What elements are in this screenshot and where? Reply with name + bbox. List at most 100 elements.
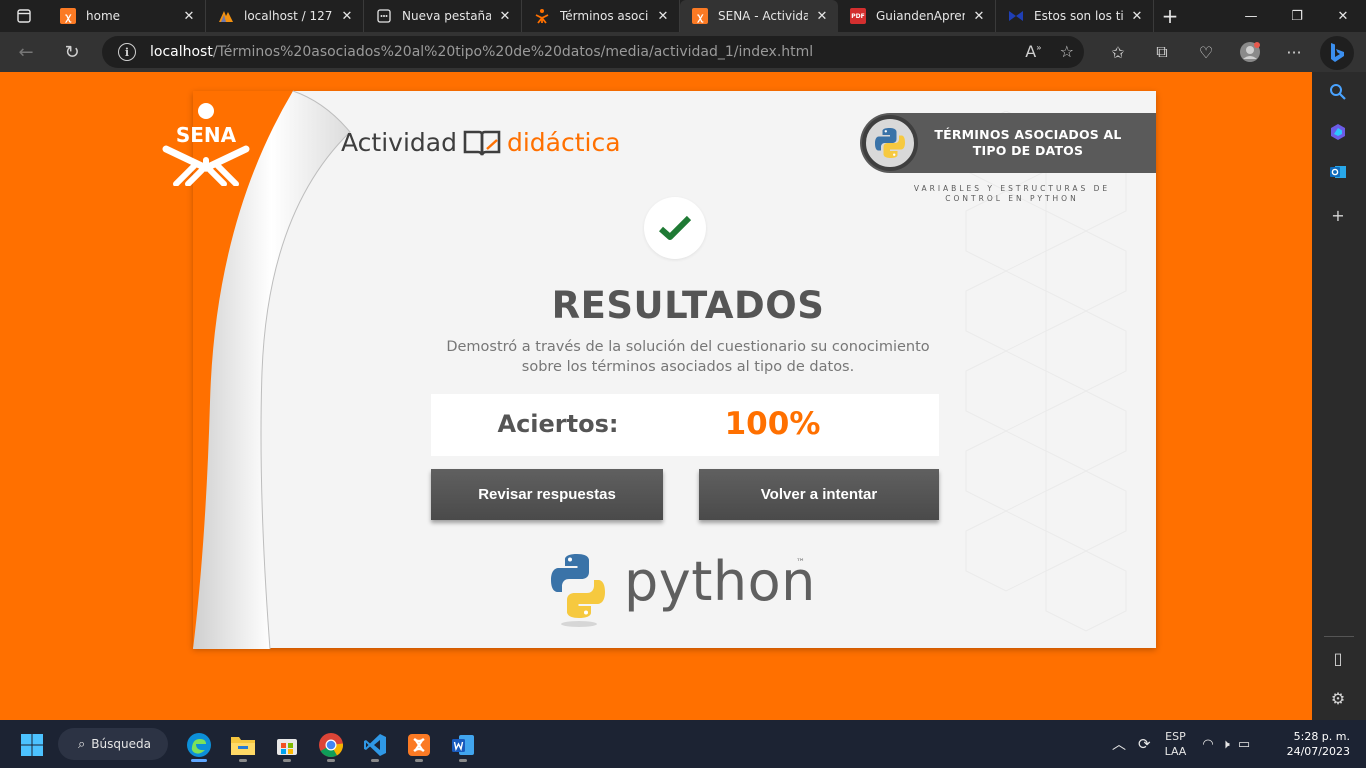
taskbar-edge[interactable] — [181, 728, 217, 762]
sena-logo-text: SENA — [176, 123, 237, 147]
tab-home[interactable]: ꭓ home ✕ — [48, 0, 206, 32]
refresh-icon: ↻ — [64, 41, 80, 63]
tab-title: home — [86, 9, 121, 23]
taskbar-search[interactable]: ⌕ Búsqueda — [58, 728, 168, 760]
clock-date: 24/07/2023 — [1286, 745, 1350, 758]
running-indicator — [327, 759, 335, 762]
favorites-button[interactable]: ✩ — [1096, 36, 1140, 68]
badge-subtitle: VARIABLES Y ESTRUCTURAS DE CONTROL EN PY… — [913, 184, 1111, 203]
check-icon — [659, 215, 691, 240]
retry-button[interactable]: Volver a intentar — [699, 469, 939, 520]
windows-start-button[interactable] — [20, 733, 44, 757]
close-icon[interactable]: ✕ — [181, 8, 197, 24]
copilot-button[interactable] — [1320, 36, 1354, 70]
sidebar-search-button[interactable] — [1326, 80, 1350, 104]
browser-toolbar: ← ↻ i localhost/Términos%20asociados%20a… — [0, 32, 1366, 72]
tab-actions-button[interactable] — [0, 0, 48, 32]
xampp-icon: ꭓ — [60, 8, 76, 24]
close-icon[interactable]: ✕ — [971, 8, 987, 24]
favorites-icon: ✩ — [1111, 42, 1125, 62]
tab-phpmyadmin[interactable]: localhost / 127.0.0.1 ✕ — [206, 0, 364, 32]
url-path: /Términos%20asociados%20al%20tipo%20de%2… — [212, 44, 814, 60]
minimize-button[interactable]: — — [1228, 0, 1274, 32]
language-indicator[interactable]: ESP LAA — [1165, 729, 1187, 759]
settings-more-button[interactable]: ··· — [1272, 36, 1316, 68]
tab-new-tab[interactable]: Nueva pestaña ✕ — [364, 0, 522, 32]
read-aloud-icon[interactable]: A» — [1025, 42, 1041, 61]
close-icon[interactable]: ✕ — [814, 8, 830, 24]
tab-title: Nueva pestaña — [402, 9, 491, 23]
taskbar-xampp[interactable] — [401, 728, 437, 762]
sidebar-add-button[interactable]: + — [1326, 203, 1350, 227]
language-top: ESP — [1165, 730, 1186, 743]
taskbar-file-explorer[interactable] — [225, 728, 261, 762]
outlook-icon — [1330, 166, 1346, 178]
battery-icon[interactable]: ▭ — [1238, 737, 1250, 752]
sidebar-copilot-button[interactable] — [1326, 120, 1350, 144]
site-icon — [1008, 8, 1024, 24]
new-tab-icon — [376, 8, 392, 24]
url-host: localhost — [150, 44, 213, 60]
back-button[interactable]: ← — [6, 36, 46, 68]
sidebar-outlook-button[interactable] — [1326, 160, 1350, 184]
refresh-button[interactable]: ↻ — [52, 36, 92, 68]
windows-taskbar: ⌕ Búsqueda ︿ ⟳ ESP LAA ◠ 🕨 ▭ 5:28 p. m. … — [0, 720, 1366, 768]
python-badge-icon — [862, 115, 918, 171]
review-answers-button[interactable]: Revisar respuestas — [431, 469, 663, 520]
new-tab-button[interactable]: + — [1154, 0, 1186, 32]
plus-icon: + — [1331, 205, 1345, 225]
sidebar-settings-button[interactable]: ⚙ — [1326, 686, 1350, 710]
collections-button[interactable]: ⧉ — [1140, 36, 1184, 68]
word-icon — [452, 735, 474, 755]
tab-tipos[interactable]: Estos son los tipos ✕ — [996, 0, 1154, 32]
taskbar-word[interactable] — [445, 728, 481, 762]
tab-terminos[interactable]: Términos asociados ✕ — [522, 0, 680, 32]
running-indicator — [371, 759, 379, 762]
tab-strip: ꭓ home ✕ localhost / 127.0.0.1 ✕ Nueva p… — [0, 0, 1366, 32]
python-wordmark: python — [624, 550, 816, 613]
address-bar[interactable]: i localhost/Términos%20asociados%20al%20… — [102, 36, 1084, 68]
xampp-icon: ꭓ — [692, 8, 708, 24]
restore-icon: ❐ — [1291, 8, 1303, 24]
store-icon — [277, 739, 297, 755]
book-icon — [463, 130, 501, 155]
tab-pdf-guia[interactable]: PDF GuiandenAprendizaje ✕ — [838, 0, 996, 32]
more-icon: ··· — [1286, 42, 1302, 62]
tab-actions-icon — [17, 9, 31, 23]
sidebar-hide-button[interactable]: ▯ — [1326, 646, 1350, 670]
language-bottom: LAA — [1164, 745, 1187, 758]
tab-sena-actividad[interactable]: ꭓ SENA - Actividad ✕ — [680, 0, 838, 32]
plus-icon: + — [1161, 4, 1179, 28]
address-bar-actions: A» ☆ — [1025, 42, 1074, 61]
taskbar-store[interactable] — [269, 728, 305, 762]
badge-title: TÉRMINOS ASOCIADOS AL TIPO DE DATOS — [934, 127, 1122, 158]
close-icon[interactable]: ✕ — [1129, 8, 1145, 24]
chrome-icon — [319, 733, 343, 758]
bing-icon — [1331, 43, 1344, 62]
tab-title: SENA - Actividad — [718, 9, 808, 23]
score-box: Aciertos: 100% — [431, 394, 939, 456]
favorite-star-icon[interactable]: ☆ — [1060, 42, 1074, 61]
xampp-icon — [408, 734, 430, 756]
taskbar-chrome[interactable] — [313, 728, 349, 762]
running-indicator — [283, 759, 291, 762]
copilot-icon — [1331, 124, 1345, 140]
chevron-up-icon[interactable]: ︿ — [1112, 734, 1126, 754]
performance-button[interactable]: ♡ — [1184, 36, 1228, 68]
collections-icon: ⧉ — [1156, 42, 1168, 61]
wifi-icon[interactable]: ◠ — [1202, 737, 1213, 752]
score-label: Aciertos: — [497, 410, 619, 438]
heartbeat-icon: ♡ — [1198, 42, 1214, 62]
close-icon[interactable]: ✕ — [339, 8, 355, 24]
maximize-button[interactable]: ❐ — [1274, 0, 1320, 32]
sync-icon[interactable]: ⟳ — [1138, 735, 1151, 753]
profile-button[interactable] — [1228, 36, 1272, 68]
close-icon[interactable]: ✕ — [655, 8, 671, 24]
clock[interactable]: 5:28 p. m. 24/07/2023 — [1287, 729, 1350, 759]
taskbar-vscode[interactable] — [357, 728, 393, 762]
close-icon[interactable]: ✕ — [497, 8, 513, 24]
running-indicator — [459, 759, 467, 762]
close-window-button[interactable]: ✕ — [1320, 0, 1366, 32]
info-icon[interactable]: i — [118, 43, 136, 61]
volume-muted-icon[interactable]: 🕨 — [1222, 737, 1230, 752]
